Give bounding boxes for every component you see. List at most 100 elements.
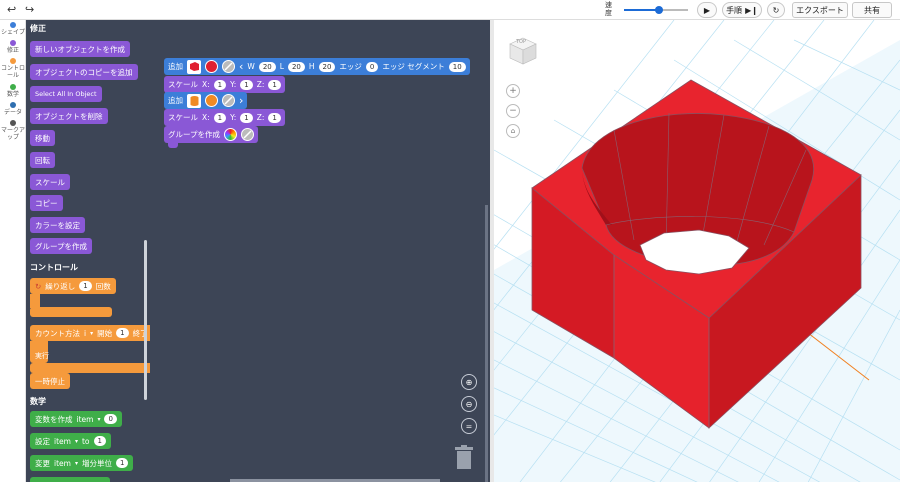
block-label: 一時停止 [35,376,65,386]
block-set-variable[interactable]: 設定 item ▾ to 1 [30,433,111,449]
viewport-home-button[interactable]: ⌂ [506,124,520,138]
block-repeat[interactable]: ↻ 繰り返し 1 回数 [30,278,116,294]
length-input[interactable]: 20 [287,61,305,72]
scale-block-1[interactable]: スケール X: 1 Y: 1 Z: 1 [164,76,285,93]
category-data[interactable]: データ [0,102,26,116]
variable-value[interactable]: 1 [93,436,106,446]
no-color-swatch[interactable] [222,60,235,73]
cylinder-shape-icon[interactable] [187,93,201,108]
scale-y-input[interactable]: 1 [240,79,253,90]
variable-name[interactable]: item [54,437,71,446]
repeat-count[interactable]: 1 [79,281,92,291]
category-dot [10,84,16,90]
category-markup[interactable]: マークアップ [1,120,25,141]
repeat-arm [30,294,40,308]
code-workspace: 追加 ‹ W 20 L 20 H 20 エッジ 0 エッジ セグメント 10 ス… [150,20,490,482]
color-swatch[interactable] [205,94,218,107]
color-swatch[interactable] [205,60,218,73]
block-count-loop[interactable]: カウント方法 i ▾ 開始 1 終了 [30,325,150,341]
block-select-all[interactable]: Select All In Object [30,86,102,102]
step-button[interactable]: 手順 ▶❙ [722,2,762,18]
play-button[interactable]: ▶ [697,2,717,18]
category-shapes[interactable]: シェイプ [0,22,26,36]
block-delete-object[interactable]: オブジェクトを削除 [30,108,108,124]
expand-arrow-icon[interactable]: › [239,94,243,107]
block-create-variable[interactable]: 変数を作成 item ▾ 0 [30,411,122,427]
scale-x-input[interactable]: 1 [213,112,227,123]
block-label: Select All In Object [35,90,97,98]
reset-button[interactable]: ↻ [767,2,785,18]
block-scale[interactable]: スケール [30,174,70,190]
block-label: グループを作成 [35,241,88,251]
width-input[interactable]: 20 [258,61,276,72]
category-control[interactable]: コントロール [1,58,25,79]
trash-icon[interactable] [454,445,474,473]
scale-z-input[interactable]: 1 [268,112,281,123]
block-add-copy[interactable]: オブジェクトのコピーを追加 [30,64,138,80]
block-rotate[interactable]: 回転 [30,152,55,168]
no-color-swatch[interactable] [241,128,255,141]
section-math: 数学 [30,397,46,406]
viewport-zoom-out-button[interactable]: − [506,104,520,118]
block-change-variable[interactable]: 変更 item ▾ 増分単位 1 [30,455,134,471]
edge-segments-input[interactable]: 10 [448,61,466,72]
category-dot [10,22,16,28]
scale-x-input[interactable]: 1 [213,79,227,90]
variable-value[interactable]: 1 [115,458,129,468]
speed-slider-fill [624,9,660,11]
speed-slider[interactable] [624,6,688,14]
box-shape-icon[interactable] [187,59,201,74]
group-block[interactable]: グループを作成 [164,126,259,143]
scale-y-input[interactable]: 1 [240,112,253,123]
block-copy[interactable]: コピー [30,195,63,211]
variable-value[interactable]: 0 [104,414,117,424]
scale-z-input[interactable]: 1 [268,79,281,90]
block-label: 移動 [35,133,50,143]
category-modify[interactable]: 修正 [0,40,26,54]
zoom-reset-button[interactable]: = [461,418,477,434]
block-label: コピー [35,198,58,208]
variable-name[interactable]: item [77,415,94,424]
block-move[interactable]: 移動 [30,130,55,146]
block-group[interactable]: グループを作成 [30,238,93,254]
category-dot [10,40,16,46]
zoom-out-button[interactable]: ⊖ [461,396,477,412]
view-cube[interactable]: TOP [508,36,538,70]
block-pause[interactable]: 一時停止 [30,373,70,389]
zoom-out-icon: ⊖ [465,399,473,409]
export-button[interactable]: エクスポート [792,2,848,18]
palette-scrollbar[interactable] [144,240,147,400]
count-start[interactable]: 1 [116,328,129,338]
collapse-arrow-icon[interactable]: ‹ [239,60,243,73]
edge-input[interactable]: 0 [365,61,379,72]
variable-name[interactable]: item [54,459,71,468]
add-box-block[interactable]: 追加 ‹ W 20 L 20 H 20 エッジ 0 エッジ セグメント 10 [164,58,470,75]
block-label: グループを作成 [168,130,221,139]
block-label: Z: [256,113,265,122]
undo-icon[interactable]: ↩ [7,3,16,16]
speed-slider-knob[interactable] [655,6,664,14]
block-label: 追加 [168,62,183,71]
multicolor-swatch[interactable] [224,128,238,141]
count-variable[interactable]: i [84,329,86,338]
category-math[interactable]: 数学 [0,84,26,98]
redo-icon[interactable]: ↪ [25,3,34,16]
3d-viewport[interactable]: TOP + − ⌂ [494,20,900,482]
zoom-in-button[interactable]: ⊕ [461,374,477,390]
block-label: スケール [168,113,198,122]
repeat-icon: ↻ [35,281,42,291]
view-cube-label: TOP [516,39,527,45]
viewport-zoom-in-button[interactable]: + [506,84,520,98]
scale-block-2[interactable]: スケール X: 1 Y: 1 Z: 1 [164,109,285,126]
block-set-color[interactable]: カラーを設定 [30,217,85,233]
speed-label: 速度 [605,1,612,17]
hole-swatch[interactable] [222,94,235,107]
height-input[interactable]: 20 [318,61,336,72]
block-create-object[interactable]: 新しいオブジェクトを作成 [30,41,130,57]
block-partial[interactable] [30,477,110,482]
block-label: 変更 [35,458,50,468]
block-label: カウント方法 [35,328,80,338]
add-cylinder-block[interactable]: 追加 › [164,92,248,109]
share-button[interactable]: 共有 [852,2,892,18]
workspace-vscroll[interactable] [485,205,488,482]
